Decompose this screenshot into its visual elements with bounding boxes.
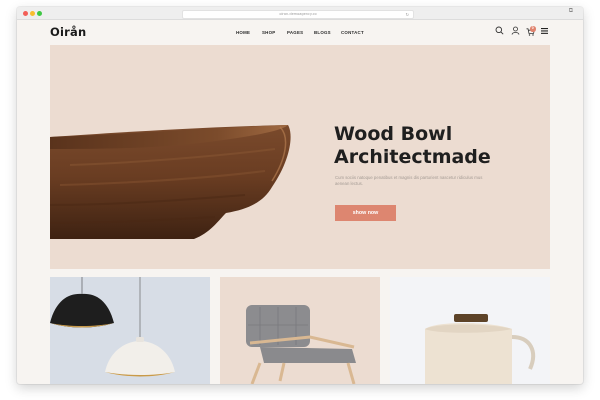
nav-item-home[interactable]: HOME	[236, 30, 250, 35]
minimize-window-button[interactable]	[30, 10, 35, 16]
hero-banner: Wood Bowl Architectmade Cum sociis natoq…	[50, 45, 550, 269]
address-bar[interactable]: oiran.demoagency.co ↻	[182, 9, 414, 19]
hero-title-line-2: Architectmade	[334, 146, 491, 168]
tile-teapot[interactable]	[390, 277, 550, 384]
nav-item-pages[interactable]: PAGES	[287, 30, 303, 35]
reload-icon[interactable]: ↻	[406, 11, 409, 18]
maximize-window-button[interactable]	[37, 10, 42, 16]
hero-title-line-1: Wood Bowl	[334, 123, 453, 145]
tile-armchair[interactable]	[220, 277, 380, 384]
address-url: oiran.demoagency.co	[279, 11, 317, 16]
nav-item-shop[interactable]: SHOP	[262, 30, 275, 35]
hero-title: Wood Bowl Architectmade	[334, 123, 534, 169]
user-icon[interactable]	[511, 26, 520, 35]
close-window-button[interactable]	[23, 10, 28, 16]
nav-item-blogs[interactable]: BLOGS	[314, 30, 331, 35]
cart-count-badge: 0	[530, 26, 536, 32]
nav-item-contact[interactable]: CONTACT	[341, 30, 364, 35]
wood-bowl-image	[50, 125, 291, 239]
teapot-image	[425, 314, 536, 384]
pendant-lamps-image	[50, 277, 175, 377]
hero-description: Cum sociis natoque penatibus et magnis d…	[335, 175, 483, 187]
show-now-button[interactable]: show now	[335, 205, 396, 221]
browser-chrome: oiran.demoagency.co ↻ ⧉	[17, 7, 583, 20]
tabs-icon[interactable]: ⧉	[569, 8, 573, 15]
armchair-image	[246, 305, 356, 384]
menu-icon[interactable]	[541, 28, 549, 34]
tile-pendant-lamps[interactable]	[50, 277, 210, 384]
browser-window: oiran.demoagency.co ↻ ⧉ Oirån HOME SHOP …	[17, 7, 583, 384]
search-icon[interactable]	[495, 26, 504, 35]
